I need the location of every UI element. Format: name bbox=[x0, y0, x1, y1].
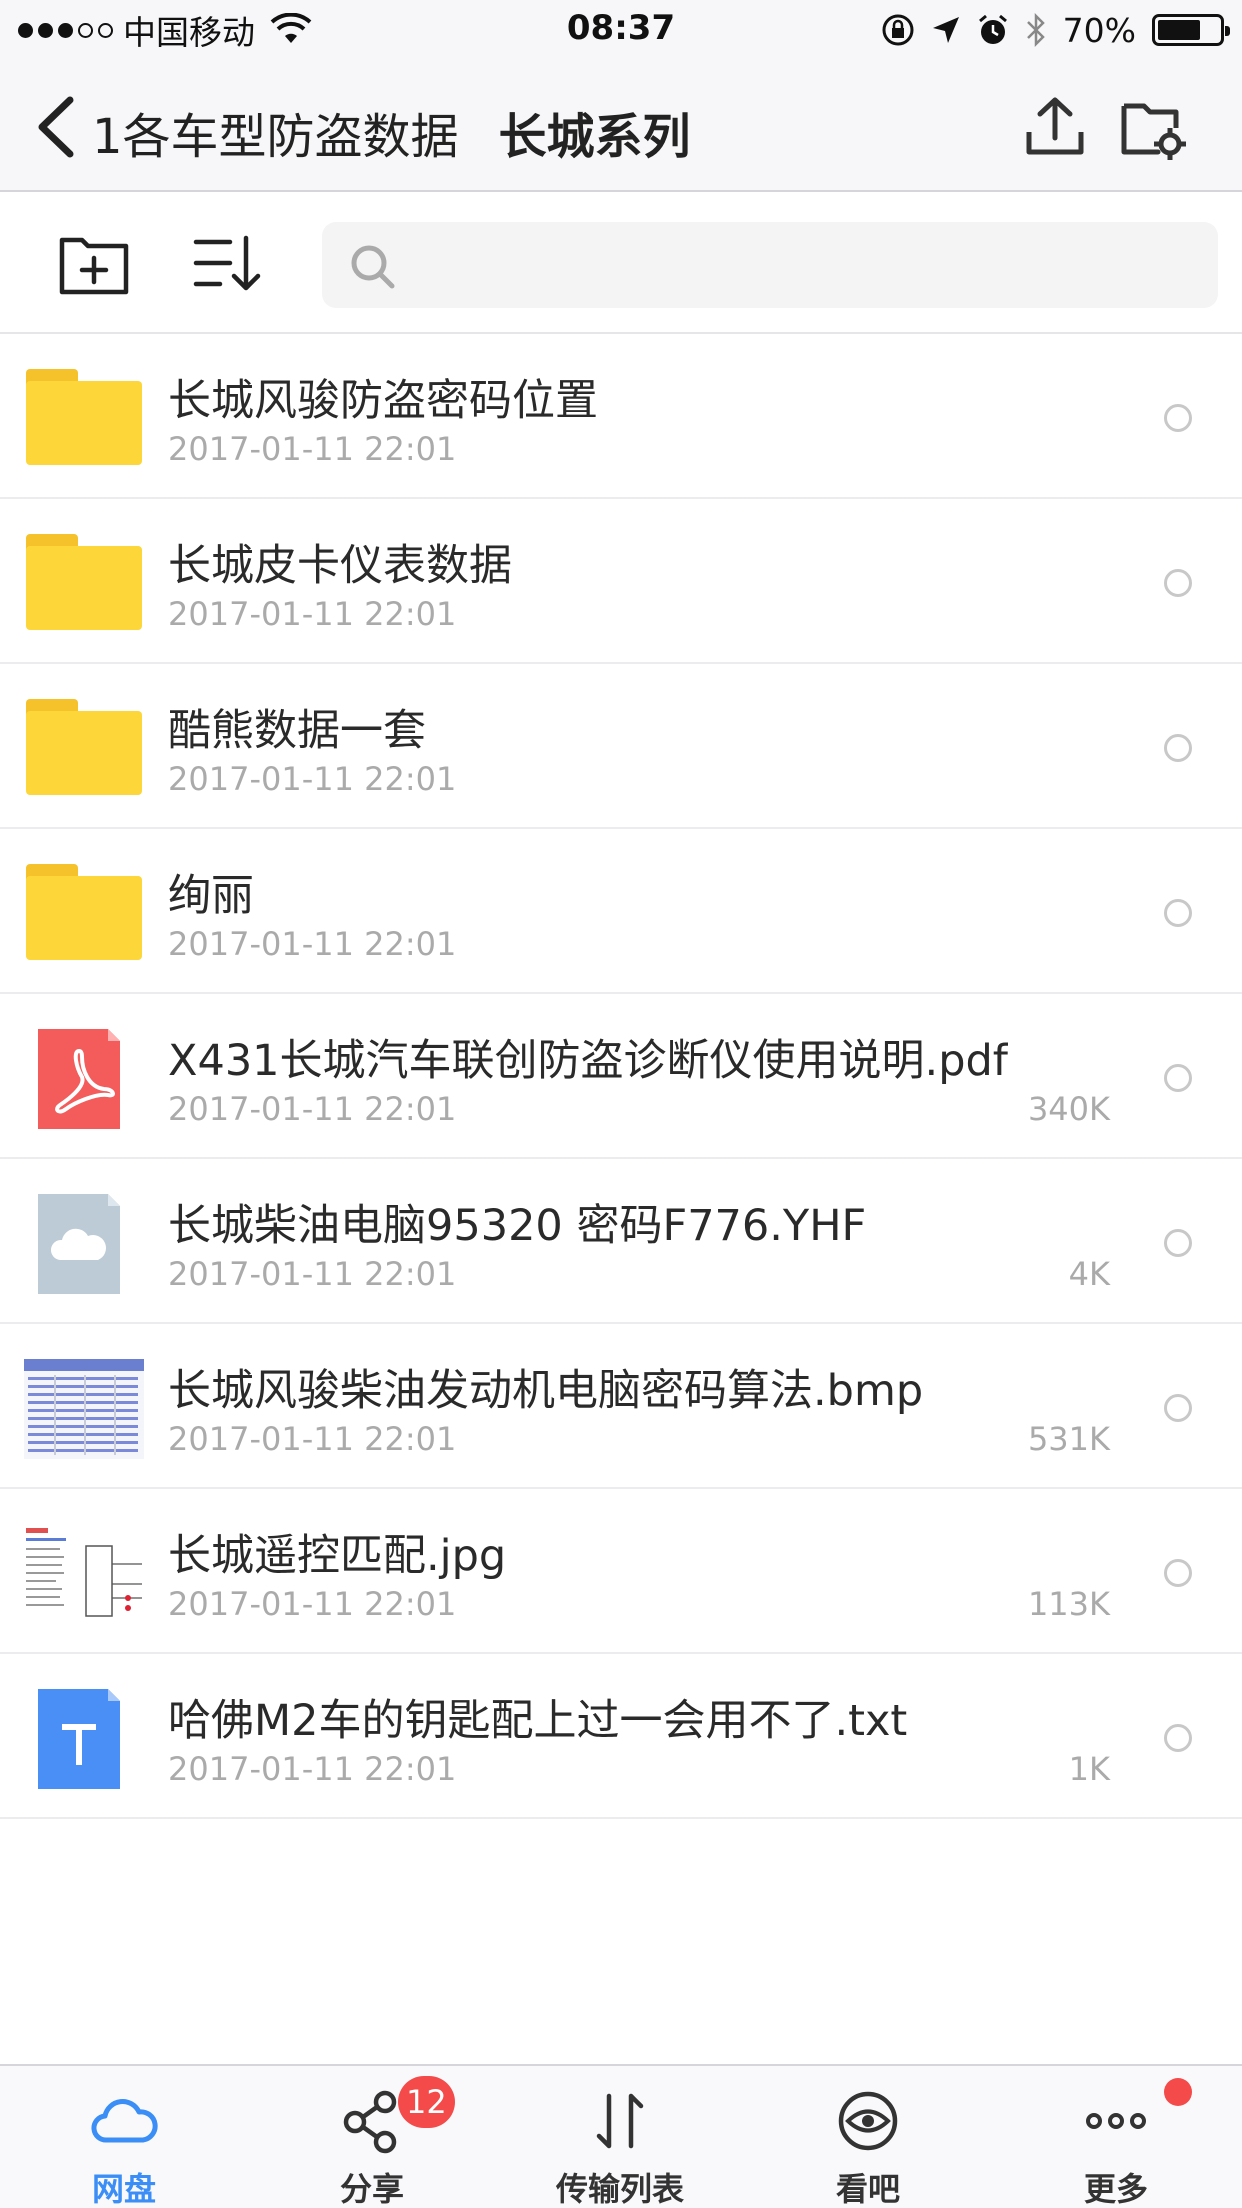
nav-header: 1各车型防盗数据 长城系列 bbox=[0, 62, 1242, 192]
file-size: 340K bbox=[1027, 1090, 1110, 1128]
image-thumbnail bbox=[24, 1359, 144, 1459]
file-name: 哈佛M2车的钥匙配上过一会用不了.txt bbox=[168, 1696, 908, 1746]
file-date: 2017-01-11 22:01 bbox=[168, 1750, 457, 1788]
file-row[interactable]: 长城风骏防盗密码位置 2017-01-11 22:01 bbox=[0, 334, 1242, 499]
tab-label: 分享 bbox=[339, 2170, 404, 2208]
select-checkbox[interactable] bbox=[1164, 404, 1192, 432]
file-row[interactable]: 哈佛M2车的钥匙配上过一会用不了.txt 2017-01-11 22:01 1K bbox=[0, 1654, 1242, 1819]
new-folder-icon[interactable] bbox=[58, 230, 130, 296]
status-bar: 中国移动 08:37 70% bbox=[0, 0, 1242, 62]
back-label[interactable]: 1各车型防盗数据 bbox=[92, 109, 459, 165]
page-title: 1各车型防盗数据 长城系列 bbox=[92, 97, 691, 167]
battery-percent: 70% bbox=[1062, 10, 1136, 50]
search-icon bbox=[351, 245, 395, 289]
orientation-lock-icon bbox=[882, 14, 914, 46]
tab-netdisk[interactable]: 网盘 bbox=[0, 2066, 248, 2208]
select-checkbox[interactable] bbox=[1164, 569, 1192, 597]
cloud-icon bbox=[91, 2099, 158, 2143]
tab-label: 更多 bbox=[1083, 2170, 1148, 2208]
location-icon bbox=[932, 17, 959, 43]
toolbar bbox=[0, 192, 1242, 334]
search-bar[interactable] bbox=[322, 222, 1218, 308]
tab-label: 看吧 bbox=[835, 2170, 900, 2208]
file-size: 531K bbox=[1027, 1420, 1110, 1458]
file-name: 长城风骏柴油发动机电脑密码算法.bmp bbox=[168, 1366, 924, 1416]
file-row[interactable]: 长城柴油电脑95320 密码F776.YHF 2017-01-11 22:01 … bbox=[0, 1159, 1242, 1324]
file-row[interactable]: X431长城汽车联创防盗诊断仪使用说明.pdf 2017-01-11 22:01… bbox=[0, 994, 1242, 1159]
more-icon bbox=[1086, 2113, 1146, 2129]
folder-icon bbox=[26, 699, 144, 799]
file-size: 1K bbox=[1068, 1750, 1110, 1788]
select-checkbox[interactable] bbox=[1164, 1394, 1192, 1422]
select-checkbox[interactable] bbox=[1164, 899, 1192, 927]
file-name: 长城遥控匹配.jpg bbox=[168, 1531, 507, 1581]
select-checkbox[interactable] bbox=[1164, 1229, 1192, 1257]
folder-icon bbox=[26, 369, 144, 469]
file-row[interactable]: 长城皮卡仪表数据 2017-01-11 22:01 bbox=[0, 499, 1242, 664]
tab-kanba[interactable]: 看吧 bbox=[744, 2066, 992, 2208]
file-row[interactable]: 长城遥控匹配.jpg 2017-01-11 22:01 113K bbox=[0, 1489, 1242, 1654]
select-checkbox[interactable] bbox=[1164, 1724, 1192, 1752]
folder-title: 长城系列 bbox=[498, 109, 691, 165]
select-checkbox[interactable] bbox=[1164, 734, 1192, 762]
select-checkbox[interactable] bbox=[1164, 1064, 1192, 1092]
share-badge: 12 bbox=[398, 2076, 455, 2128]
unknown-file-icon bbox=[38, 1194, 120, 1294]
notification-dot bbox=[1164, 2078, 1192, 2106]
file-date: 2017-01-11 22:01 bbox=[168, 925, 457, 963]
file-name: 长城风骏防盗密码位置 bbox=[168, 376, 598, 426]
file-date: 2017-01-11 22:01 bbox=[168, 1255, 457, 1293]
search-input[interactable] bbox=[412, 222, 1192, 308]
eye-icon bbox=[838, 2091, 898, 2151]
status-right: 70% bbox=[881, 10, 1230, 50]
pdf-file-icon bbox=[38, 1029, 120, 1129]
file-date: 2017-01-11 22:01 bbox=[168, 760, 457, 798]
file-row[interactable]: 绚丽 2017-01-11 22:01 bbox=[0, 829, 1242, 994]
file-row[interactable]: 酷熊数据一套 2017-01-11 22:01 bbox=[0, 664, 1242, 829]
file-row[interactable]: 长城风骏柴油发动机电脑密码算法.bmp 2017-01-11 22:01 531… bbox=[0, 1324, 1242, 1489]
file-name: 长城柴油电脑95320 密码F776.YHF bbox=[168, 1201, 867, 1251]
file-name: 长城皮卡仪表数据 bbox=[168, 541, 512, 591]
sort-icon[interactable] bbox=[190, 230, 262, 296]
file-date: 2017-01-11 22:01 bbox=[168, 595, 457, 633]
folder-icon bbox=[26, 534, 144, 634]
tab-label: 网盘 bbox=[91, 2170, 156, 2208]
txt-file-icon bbox=[38, 1689, 120, 1789]
file-name: X431长城汽车联创防盗诊断仪使用说明.pdf bbox=[168, 1036, 1008, 1086]
image-thumbnail bbox=[24, 1524, 144, 1624]
share-icon bbox=[343, 2090, 397, 2154]
battery-icon bbox=[1152, 14, 1230, 46]
file-date: 2017-01-11 22:01 bbox=[168, 1585, 457, 1623]
transfer-icon bbox=[596, 2093, 644, 2149]
bluetooth-icon bbox=[1026, 12, 1045, 48]
back-chevron-icon[interactable] bbox=[28, 92, 88, 162]
folder-settings-icon[interactable] bbox=[1118, 92, 1188, 162]
bottom-tab-bar: 网盘 12 分享 传输列表 看吧 更多 bbox=[0, 2064, 1242, 2208]
file-list: 长城风骏防盗密码位置 2017-01-11 22:01 长城皮卡仪表数据 201… bbox=[0, 334, 1242, 1819]
alarm-icon bbox=[978, 14, 1007, 44]
file-date: 2017-01-11 22:01 bbox=[168, 430, 457, 468]
file-size: 4K bbox=[1068, 1255, 1110, 1293]
file-date: 2017-01-11 22:01 bbox=[168, 1420, 457, 1458]
tab-transfer-list[interactable]: 传输列表 bbox=[496, 2066, 744, 2208]
file-name: 酷熊数据一套 bbox=[168, 706, 426, 756]
folder-icon bbox=[26, 864, 144, 964]
upload-icon[interactable] bbox=[1020, 92, 1090, 162]
file-name: 绚丽 bbox=[168, 871, 254, 921]
tab-label: 传输列表 bbox=[555, 2170, 684, 2208]
select-checkbox[interactable] bbox=[1164, 1559, 1192, 1587]
tab-more[interactable]: 更多 bbox=[992, 2066, 1240, 2208]
file-date: 2017-01-11 22:01 bbox=[168, 1090, 457, 1128]
file-size: 113K bbox=[1027, 1585, 1110, 1623]
tab-share[interactable]: 12 分享 bbox=[248, 2066, 496, 2208]
